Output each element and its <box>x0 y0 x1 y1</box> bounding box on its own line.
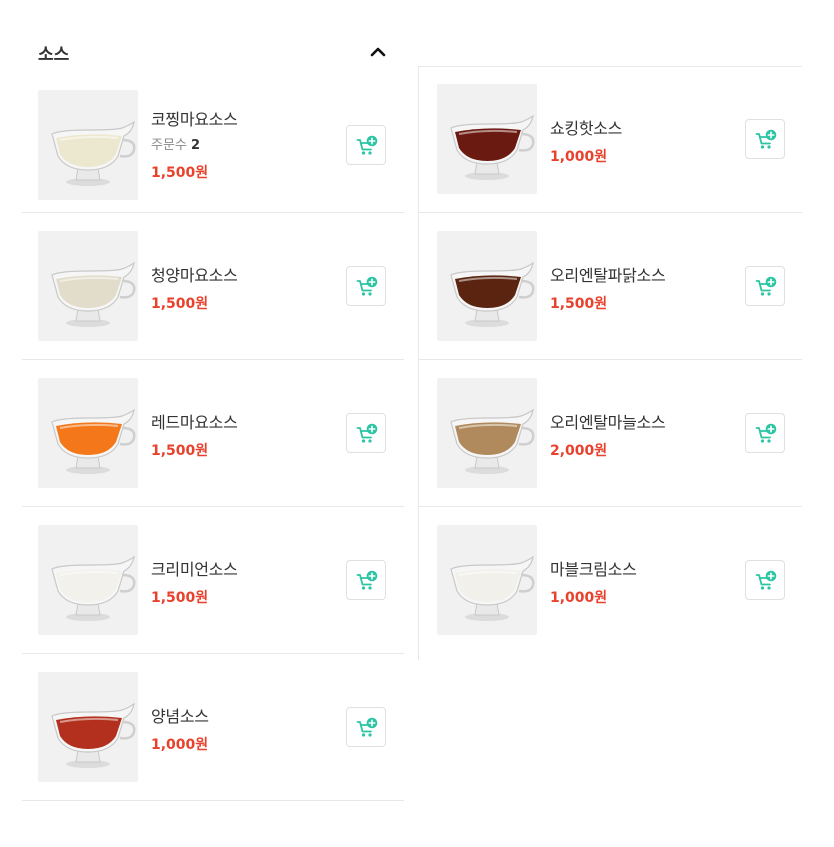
cart-add-icon <box>755 570 777 590</box>
section-title: 소스 <box>38 45 70 65</box>
item-name[interactable]: 양념소스 <box>151 703 209 727</box>
cart-add-icon <box>356 423 378 443</box>
item-name[interactable]: 코찡마요소스 <box>151 106 238 130</box>
cart-add-icon <box>356 135 378 155</box>
sauce-image <box>437 378 537 488</box>
menu-item[interactable]: 마블크림소스 1,000원 <box>419 507 802 654</box>
add-to-cart-button[interactable] <box>346 707 386 747</box>
cart-add-icon <box>356 570 378 590</box>
cart-add-icon <box>755 276 777 296</box>
item-price: 1,000원 <box>151 737 209 753</box>
menu-item[interactable]: 청양마요소스 1,500원 <box>22 213 404 360</box>
item-name[interactable]: 쇼킹핫소스 <box>550 115 622 139</box>
menu-item[interactable]: 오리엔탈마늘소스 2,000원 <box>419 360 802 507</box>
section-header: 소스 <box>38 36 388 68</box>
cart-add-icon <box>356 276 378 296</box>
item-name[interactable]: 크리미언소스 <box>151 556 238 580</box>
sauce-image <box>437 231 537 341</box>
item-price: 1,000원 <box>550 149 608 165</box>
chevron-up-icon[interactable] <box>368 42 388 62</box>
menu-item[interactable]: 크리미언소스 1,500원 <box>22 507 404 654</box>
add-to-cart-button[interactable] <box>745 560 785 600</box>
cart-add-icon <box>356 717 378 737</box>
order-count: 주문수 2 <box>151 138 201 153</box>
add-to-cart-button[interactable] <box>346 266 386 306</box>
sauce-image <box>38 378 138 488</box>
item-price: 1,500원 <box>151 590 209 606</box>
sauce-image <box>437 525 537 635</box>
menu-item[interactable]: 오리엔탈파닭소스 1,500원 <box>419 213 802 360</box>
add-to-cart-button[interactable] <box>745 413 785 453</box>
menu-item[interactable]: 양념소스 1,000원 <box>22 654 404 801</box>
add-to-cart-button[interactable] <box>745 119 785 159</box>
item-price: 1,500원 <box>151 165 209 181</box>
item-name[interactable]: 오리엔탈파닭소스 <box>550 262 666 286</box>
cart-add-icon <box>755 423 777 443</box>
sauce-image <box>38 672 138 782</box>
item-name[interactable]: 청양마요소스 <box>151 262 238 286</box>
item-name[interactable]: 레드마요소스 <box>151 409 238 433</box>
item-price: 1,000원 <box>550 590 608 606</box>
menu-column-left: 코찡마요소스 주문수 2 1,500원 청양마요소스 1,500원 레드마요소스… <box>22 66 404 801</box>
sauce-image <box>38 90 138 200</box>
add-to-cart-button[interactable] <box>346 413 386 453</box>
sauce-image <box>437 84 537 194</box>
item-price: 1,500원 <box>550 296 608 312</box>
add-to-cart-button[interactable] <box>346 125 386 165</box>
cart-add-icon <box>755 129 777 149</box>
item-name[interactable]: 오리엔탈마늘소스 <box>550 409 666 433</box>
item-price: 1,500원 <box>151 296 209 312</box>
add-to-cart-button[interactable] <box>745 266 785 306</box>
add-to-cart-button[interactable] <box>346 560 386 600</box>
item-price: 1,500원 <box>151 443 209 459</box>
menu-item[interactable]: 레드마요소스 1,500원 <box>22 360 404 507</box>
menu-item[interactable]: 쇼킹핫소스 1,000원 <box>419 66 802 213</box>
sauce-image <box>38 231 138 341</box>
menu-column-right: 쇼킹핫소스 1,000원 오리엔탈파닭소스 1,500원 오리엔탈마늘소스 2,… <box>418 66 802 660</box>
sauce-image <box>38 525 138 635</box>
item-price: 2,000원 <box>550 443 608 459</box>
item-name[interactable]: 마블크림소스 <box>550 556 637 580</box>
menu-item[interactable]: 코찡마요소스 주문수 2 1,500원 <box>22 66 404 213</box>
